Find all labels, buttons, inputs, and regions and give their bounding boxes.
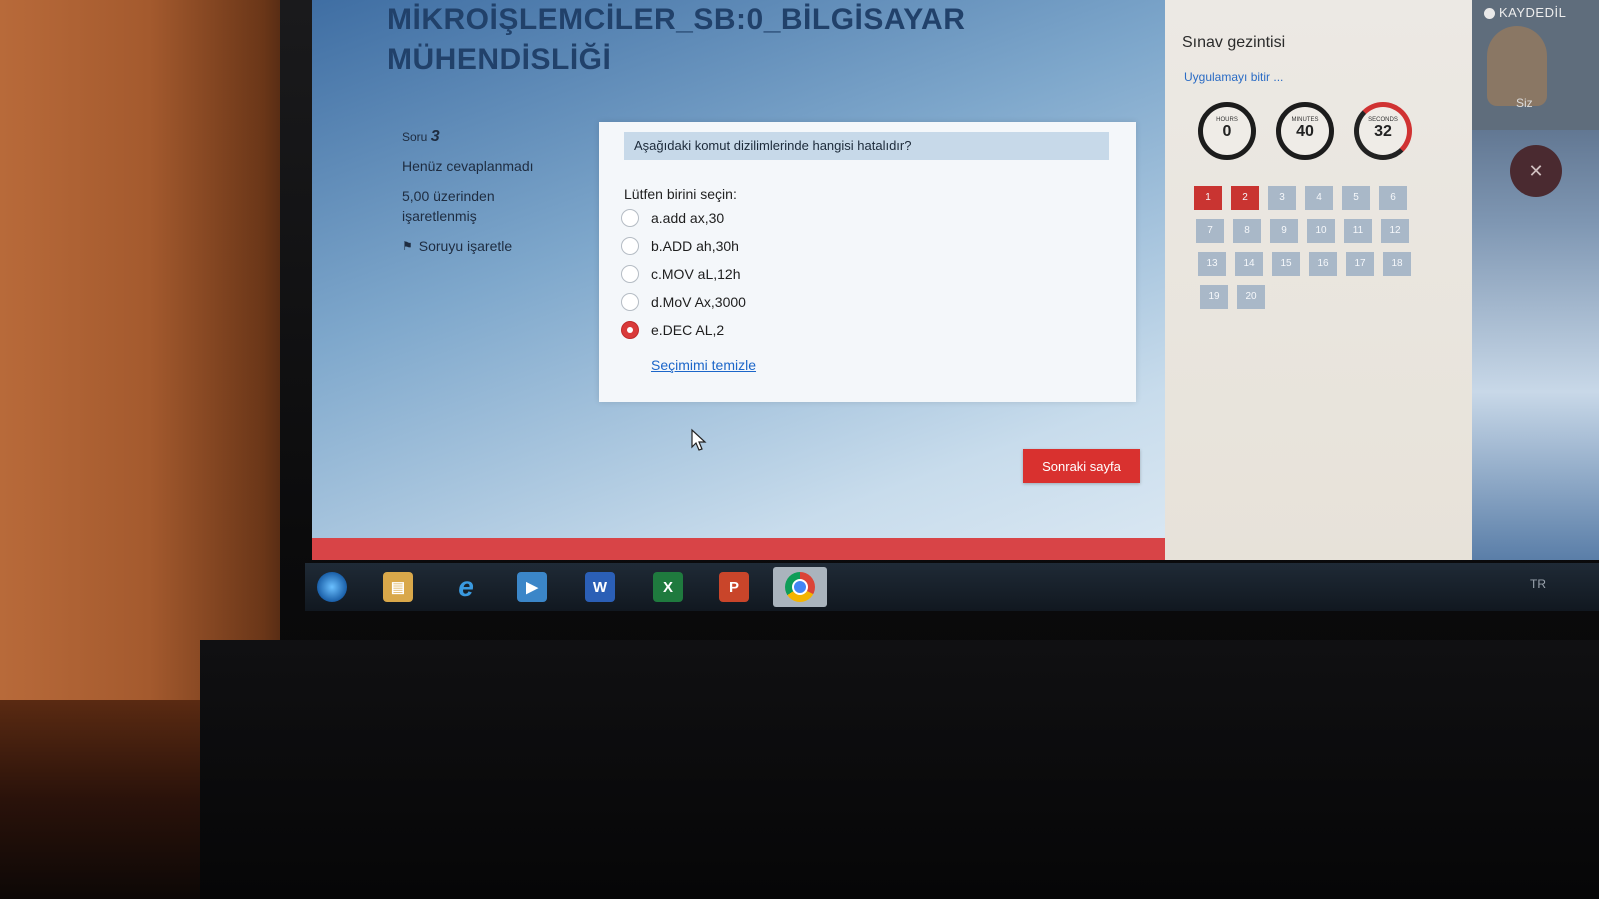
flag-icon: ⚑ bbox=[402, 239, 413, 253]
answer-option-label: b.ADD ah,30h bbox=[651, 238, 739, 254]
page-title: MİKROİŞLEMCİLER_SB:0_BİLGİSAYAR MÜHENDİS… bbox=[387, 0, 1107, 80]
clear-selection-link[interactable]: Seçimimi temizle bbox=[651, 357, 756, 373]
footer-bar bbox=[312, 538, 1208, 560]
radio-button[interactable] bbox=[621, 237, 639, 255]
answer-option-label: e.DEC AL,2 bbox=[651, 322, 725, 338]
monitor-base bbox=[200, 640, 1599, 899]
timer-minutes: MINUTES 40 bbox=[1276, 102, 1334, 160]
question-button-4[interactable]: 4 bbox=[1305, 186, 1333, 210]
question-button-5[interactable]: 5 bbox=[1342, 186, 1370, 210]
word-icon: W bbox=[585, 572, 615, 602]
answer-options: a.add ax,30 b.ADD ah,30h c.MOV aL,12h d.… bbox=[621, 204, 1081, 344]
question-button-12[interactable]: 12 bbox=[1381, 219, 1409, 243]
timer-minutes-value: 40 bbox=[1296, 123, 1314, 140]
question-button-18[interactable]: 18 bbox=[1383, 252, 1411, 276]
language-indicator[interactable]: TR bbox=[1530, 577, 1546, 591]
start-orb-icon bbox=[317, 572, 347, 602]
answer-option-label: a.add ax,30 bbox=[651, 210, 725, 226]
timer-hours: HOURS 0 bbox=[1198, 102, 1256, 160]
question-number: Soru 3 bbox=[402, 128, 582, 146]
recording-label: KAYDEDİL bbox=[1499, 5, 1567, 20]
page-title-line2: MÜHENDİSLİĞİ bbox=[387, 43, 612, 76]
question-button-14[interactable]: 14 bbox=[1235, 252, 1263, 276]
page-title-line1: MİKROİŞLEMCİLER_SB:0_BİLGİSAYAR bbox=[387, 3, 966, 36]
question-button-19[interactable]: 19 bbox=[1200, 285, 1228, 309]
taskbar-excel[interactable]: X bbox=[646, 567, 690, 607]
answer-option-e[interactable]: e.DEC AL,2 bbox=[621, 316, 1081, 344]
taskbar-internet-explorer[interactable]: e bbox=[444, 567, 488, 607]
self-label: Siz bbox=[1516, 96, 1533, 110]
radio-button-selected[interactable] bbox=[621, 321, 639, 339]
radio-button[interactable] bbox=[621, 209, 639, 227]
question-button-16[interactable]: 16 bbox=[1309, 252, 1337, 276]
question-text: Aşağıdaki komut dizilimlerinde hangisi h… bbox=[624, 132, 1109, 160]
internet-explorer-icon: e bbox=[458, 571, 474, 602]
taskbar-chrome[interactable] bbox=[773, 567, 827, 607]
taskbar-file-explorer[interactable]: ▤ bbox=[376, 567, 420, 607]
answer-option-d[interactable]: d.MoV Ax,3000 bbox=[621, 288, 1081, 316]
taskbar-word[interactable]: W bbox=[578, 567, 622, 607]
question-button-17[interactable]: 17 bbox=[1346, 252, 1374, 276]
taskbar-powerpoint[interactable]: P bbox=[712, 567, 756, 607]
question-button-6[interactable]: 6 bbox=[1379, 186, 1407, 210]
question-points-line2: işaretlenmiş bbox=[402, 208, 477, 224]
question-button-2[interactable]: 2 bbox=[1231, 186, 1259, 210]
mic-muted-icon[interactable]: ✕ bbox=[1510, 145, 1562, 197]
question-number-value: 3 bbox=[430, 128, 440, 145]
answer-option-a[interactable]: a.add ax,30 bbox=[621, 204, 1081, 232]
powerpoint-icon: P bbox=[719, 572, 749, 602]
answer-option-label: d.MoV Ax,3000 bbox=[651, 294, 746, 310]
question-button-10[interactable]: 10 bbox=[1307, 219, 1335, 243]
recording-dot-icon bbox=[1484, 8, 1495, 19]
question-points: 5,00 üzerinden işaretlenmiş bbox=[402, 186, 582, 226]
question-button-7[interactable]: 7 bbox=[1196, 219, 1224, 243]
answer-prompt: Lütfen birini seçin: bbox=[624, 186, 737, 202]
video-call-strip: KAYDEDİL Siz ✕ bbox=[1472, 0, 1599, 560]
radio-button[interactable] bbox=[621, 265, 639, 283]
question-button-11[interactable]: 11 bbox=[1344, 219, 1372, 243]
flag-question-button[interactable]: ⚑ Soruyu işaretle bbox=[402, 238, 582, 254]
taskbar-media-player[interactable]: ▶ bbox=[510, 567, 554, 607]
question-button-15[interactable]: 15 bbox=[1272, 252, 1300, 276]
question-button-3[interactable]: 3 bbox=[1268, 186, 1296, 210]
question-button-8[interactable]: 8 bbox=[1233, 219, 1261, 243]
question-button-9[interactable]: 9 bbox=[1270, 219, 1298, 243]
question-number-label: Soru bbox=[402, 130, 428, 144]
video-call-self-view: KAYDEDİL Siz bbox=[1472, 0, 1599, 130]
flag-question-label: Soruyu işaretle bbox=[418, 238, 513, 254]
timer-seconds-value: 32 bbox=[1374, 123, 1392, 140]
question-button-1[interactable]: 1 bbox=[1194, 186, 1222, 210]
browser-viewport: MİKROİŞLEMCİLER_SB:0_BİLGİSAYAR MÜHENDİS… bbox=[312, 0, 1527, 560]
next-page-button[interactable]: Sonraki sayfa bbox=[1023, 449, 1140, 483]
answer-option-label: c.MOV aL,12h bbox=[651, 266, 741, 282]
answer-option-c[interactable]: c.MOV aL,12h bbox=[621, 260, 1081, 288]
answer-option-b[interactable]: b.ADD ah,30h bbox=[621, 232, 1081, 260]
chrome-icon bbox=[785, 572, 815, 602]
mouse-cursor-icon bbox=[691, 428, 707, 451]
quiz-navigation-title: Sınav gezintisi bbox=[1182, 34, 1286, 51]
radio-button[interactable] bbox=[621, 293, 639, 311]
question-card: Aşağıdaki komut dizilimlerinde hangisi h… bbox=[599, 122, 1136, 402]
start-button[interactable] bbox=[310, 567, 354, 607]
participant-video bbox=[1487, 26, 1547, 106]
question-points-line1: 5,00 üzerinden bbox=[402, 188, 495, 204]
media-player-icon: ▶ bbox=[517, 572, 547, 602]
question-info: Soru 3 Henüz cevaplanmadı 5,00 üzerinden… bbox=[402, 128, 582, 254]
question-button-13[interactable]: 13 bbox=[1198, 252, 1226, 276]
taskbar: ▤ e ▶ W X P TR bbox=[305, 563, 1599, 611]
question-button-20[interactable]: 20 bbox=[1237, 285, 1265, 309]
file-explorer-icon: ▤ bbox=[383, 572, 413, 602]
timer-seconds: SECONDS 32 bbox=[1354, 102, 1412, 160]
question-status: Henüz cevaplanmadı bbox=[402, 158, 534, 174]
finish-attempt-link[interactable]: Uygulamayı bitir ... bbox=[1184, 70, 1283, 84]
excel-icon: X bbox=[653, 572, 683, 602]
timer-hours-value: 0 bbox=[1222, 123, 1232, 140]
